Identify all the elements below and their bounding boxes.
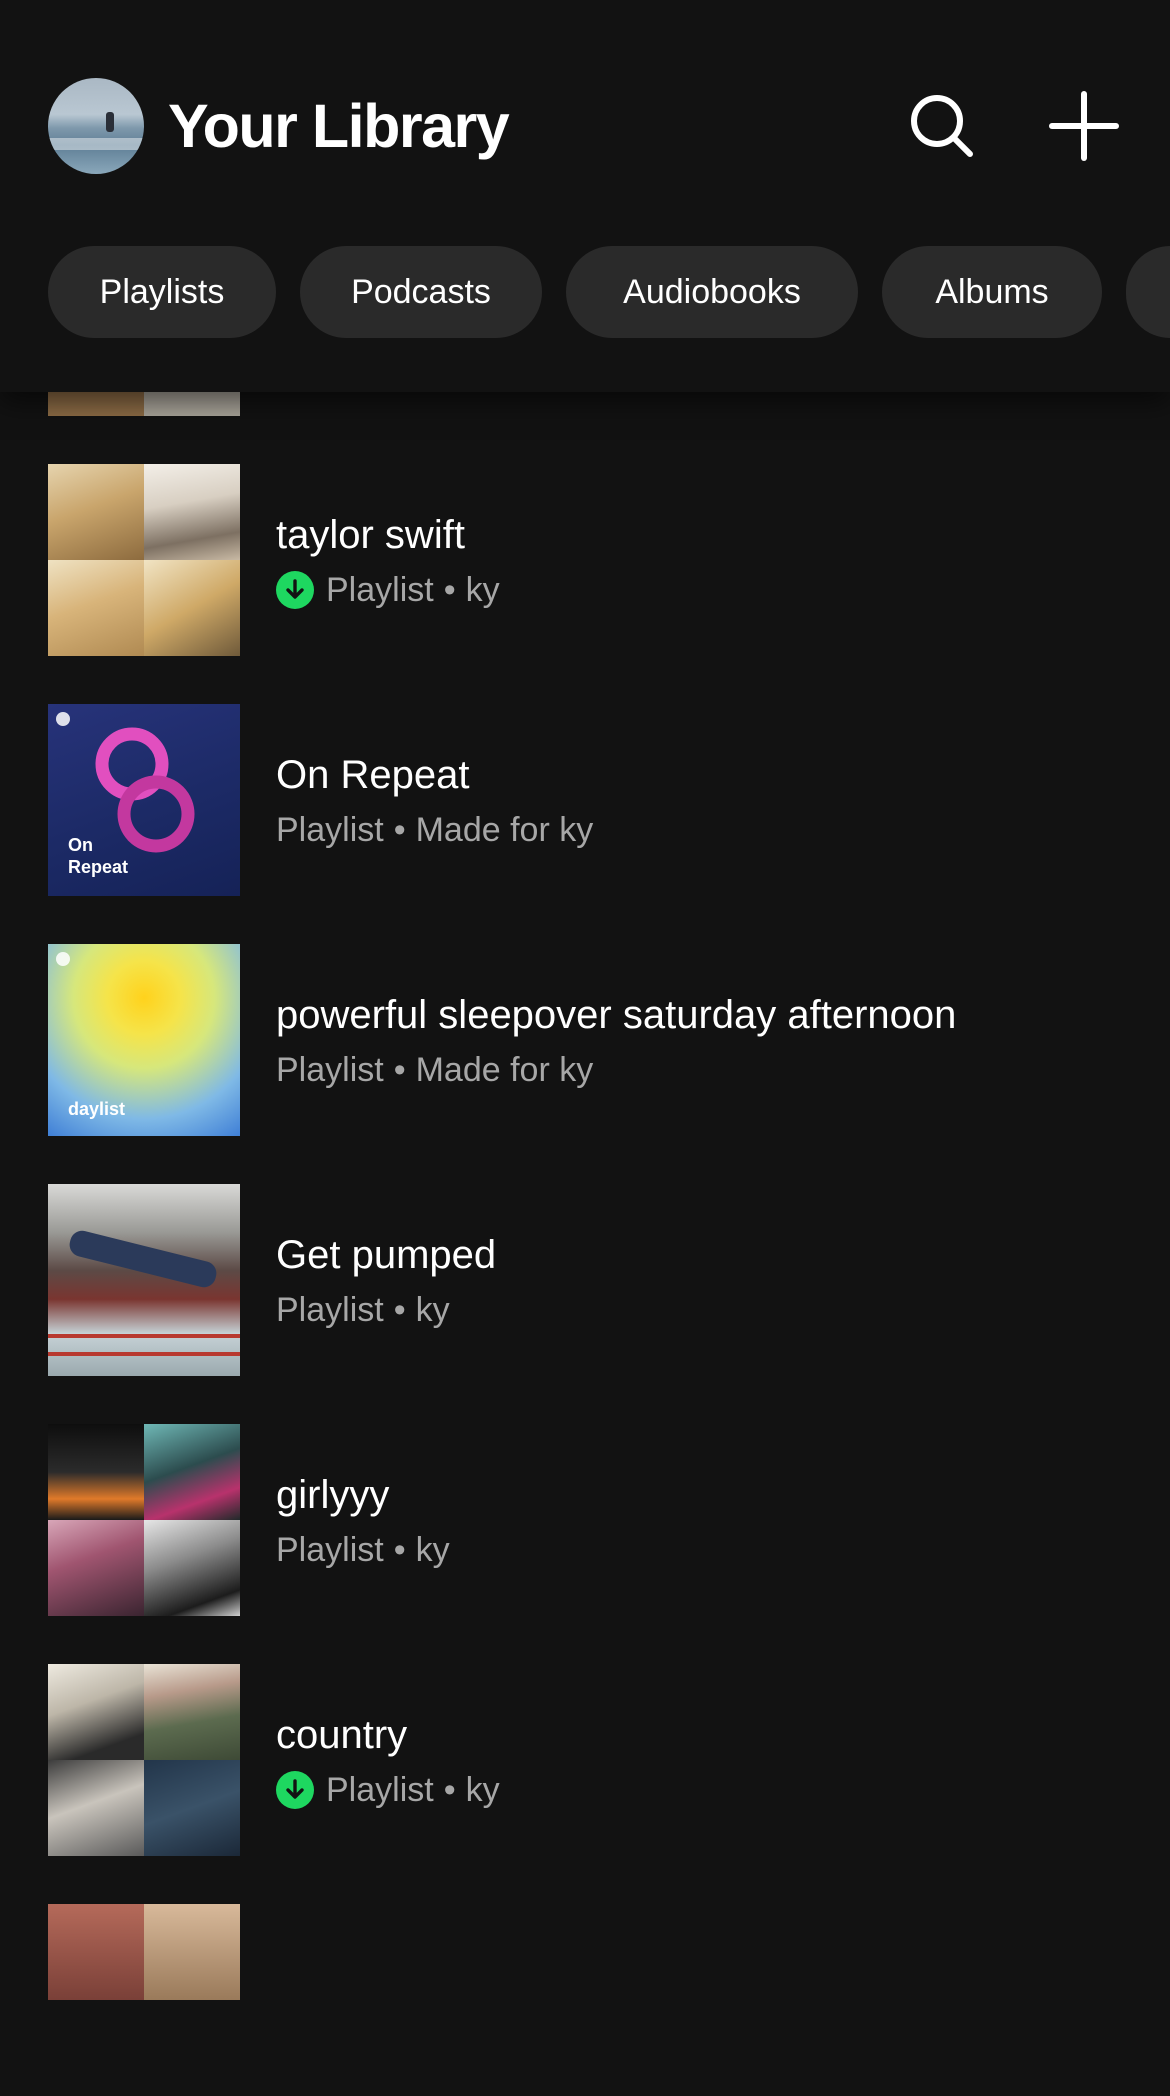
plus-icon	[1049, 91, 1119, 161]
item-title: Get pumped	[276, 1233, 497, 1277]
cover-label: On Repeat	[68, 835, 129, 877]
filter-chips: Playlists Podcasts Audiobooks Albums	[0, 246, 1170, 338]
separator-dot: •	[393, 1291, 406, 1329]
item-subtitle: Playlist • ky	[276, 1288, 450, 1332]
filter-chip-albums[interactable]: Albums	[882, 246, 1102, 338]
playlist-cover	[48, 1904, 240, 2096]
downloaded-icon	[276, 571, 314, 609]
item-type: Playlist	[276, 1531, 384, 1569]
separator-dot: •	[393, 1051, 406, 1089]
playlist-cover	[48, 1424, 240, 1616]
item-owner: Made for ky	[415, 811, 594, 849]
profile-avatar[interactable]	[48, 78, 144, 174]
playlist-cover	[48, 1184, 240, 1376]
separator-dot: •	[393, 1531, 406, 1569]
item-type: Playlist	[276, 1291, 384, 1329]
playlist-cover	[48, 464, 240, 656]
downloaded-icon	[276, 1771, 314, 1809]
page-title: Your Library	[168, 92, 510, 160]
item-subtitle: Playlist • ky	[276, 1768, 500, 1812]
item-subtitle: Playlist • Made for ky	[276, 808, 593, 852]
item-owner: Made for ky	[415, 1051, 594, 1089]
item-owner: ky	[415, 1291, 450, 1329]
separator-dot: •	[443, 1771, 456, 1809]
spotify-logo-icon	[56, 952, 70, 966]
library-item-daylist[interactable]: daylist powerful sleepover saturday afte…	[0, 944, 1170, 1136]
item-title: powerful sleepover saturday afternoon	[276, 993, 957, 1037]
item-title: On Repeat	[276, 753, 470, 797]
item-title: country	[276, 1713, 408, 1757]
item-subtitle: Playlist • Made for ky	[276, 1048, 593, 1092]
item-type: Playlist	[276, 1051, 384, 1089]
library-item-country[interactable]: country Playlist • ky	[0, 1664, 1170, 1856]
library-header: Your Library Playlists Podcasts Audioboo…	[0, 0, 1170, 392]
item-type: Playlist	[326, 1771, 434, 1809]
item-type: Playlist	[326, 571, 434, 609]
filter-chip-podcasts[interactable]: Podcasts	[300, 246, 542, 338]
item-owner: ky	[465, 571, 500, 609]
playlist-cover	[48, 1664, 240, 1856]
item-title: taylor swift	[276, 513, 465, 557]
filter-chip-audiobooks[interactable]: Audiobooks	[566, 246, 858, 338]
library-item-get-pumped[interactable]: Get pumped Playlist • ky	[0, 1184, 1170, 1376]
filter-chip-playlists[interactable]: Playlists	[48, 246, 276, 338]
item-subtitle: Playlist • ky	[276, 568, 500, 612]
library-item-partial-bottom[interactable]	[0, 1904, 1170, 2096]
filter-chip-more[interactable]	[1126, 246, 1170, 338]
daylist-cover: daylist	[48, 944, 240, 1136]
library-item-on-repeat[interactable]: On Repeat On Repeat Playlist • Made for …	[0, 704, 1170, 896]
library-item-taylor-swift[interactable]: taylor swift Playlist • ky	[0, 464, 1170, 656]
separator-dot: •	[393, 811, 406, 849]
item-title: girlyyy	[276, 1473, 390, 1517]
library-item-girlyyy[interactable]: girlyyy Playlist • ky	[0, 1424, 1170, 1616]
create-button[interactable]	[1046, 88, 1122, 164]
item-owner: ky	[415, 1531, 450, 1569]
item-owner: ky	[465, 1771, 500, 1809]
item-type: Playlist	[276, 811, 384, 849]
cover-label: daylist	[68, 1099, 126, 1119]
separator-dot: •	[443, 571, 456, 609]
on-repeat-cover: On Repeat	[48, 704, 240, 896]
search-icon	[911, 95, 973, 157]
item-subtitle: Playlist • ky	[276, 1528, 450, 1572]
search-button[interactable]	[904, 88, 980, 164]
